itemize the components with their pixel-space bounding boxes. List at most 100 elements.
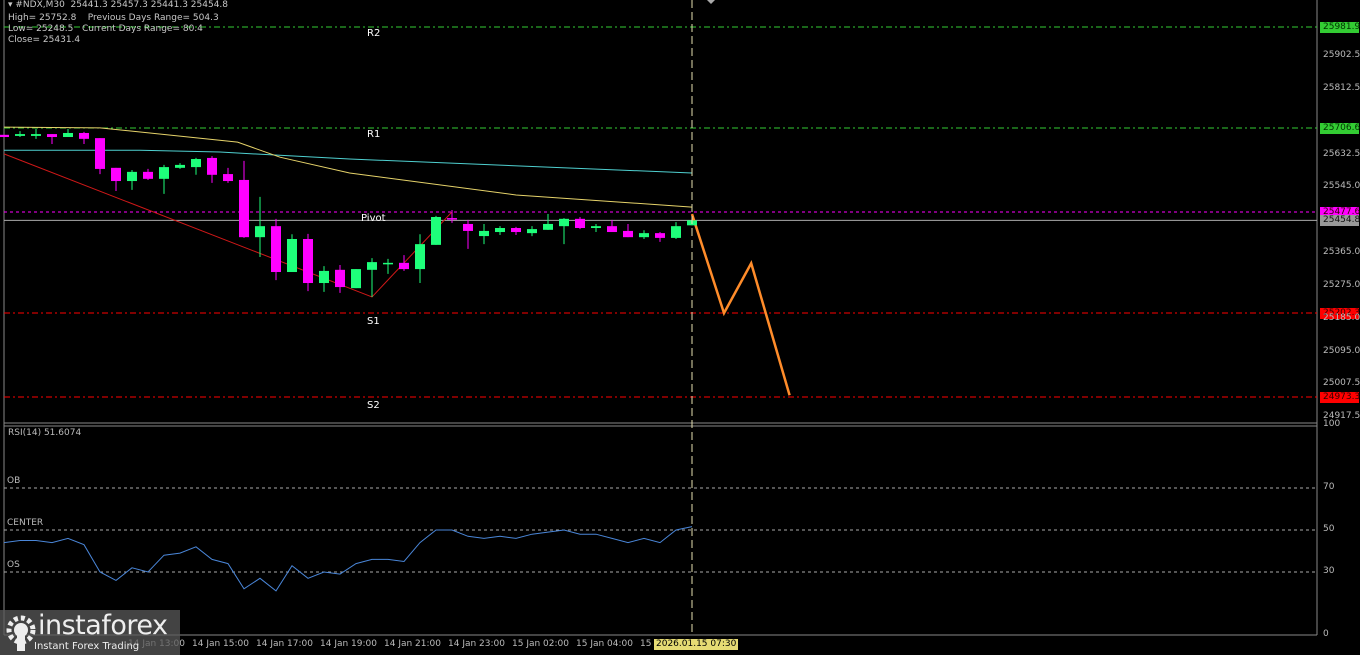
level-label-r1: R1 xyxy=(367,128,381,140)
time-tick-label: 14 Jan 21:00 xyxy=(384,639,441,649)
forecast-path xyxy=(690,213,791,396)
candle-body xyxy=(207,157,217,175)
candle-body xyxy=(111,167,121,182)
moving-average-fast xyxy=(4,149,693,174)
candle-body xyxy=(495,227,505,233)
candle-body xyxy=(303,239,313,284)
price-tick-label: 25545.0 xyxy=(1323,181,1360,192)
rsi-title: RSI(14) 51.6074 xyxy=(8,428,82,438)
time-tick-label: 14 Jan 17:00 xyxy=(256,639,313,649)
rsi-line xyxy=(3,526,693,592)
close-info: Close= 25431.4 xyxy=(8,35,81,45)
candle-body xyxy=(127,171,137,182)
indicator-lines xyxy=(3,126,791,396)
rsi-tick-label: 100 xyxy=(1323,419,1341,429)
price-tag-r1: 25706.6 xyxy=(1320,122,1360,134)
candle-body xyxy=(47,134,57,138)
candle-body xyxy=(271,226,281,273)
logo-tagline: Instant Forex Trading xyxy=(34,641,140,652)
time-tick-label: 14 Jan 19:00 xyxy=(320,639,377,649)
candle-body xyxy=(367,262,377,270)
candle-body xyxy=(607,226,617,233)
candle-body xyxy=(479,230,489,237)
rsi-tick-label: 30 xyxy=(1323,566,1335,576)
rsi-tick-label: 0 xyxy=(1323,629,1329,639)
price-tick-label: 25007.5 xyxy=(1323,378,1360,389)
cursor-time-label: 2026.01.15 07:30 xyxy=(654,639,739,650)
ohlc-readout: #NDX,M30 25441.3 25457.3 25441.3 25454.8 xyxy=(15,0,229,10)
level-label-s1: S1 xyxy=(367,315,380,327)
time-tick-label: 14 Jan 15:00 xyxy=(192,639,249,649)
time-tick-label: 15 Jan 02:00 xyxy=(512,639,569,649)
candle-body xyxy=(319,270,329,284)
candle-body xyxy=(543,223,553,230)
candle-body xyxy=(159,167,169,179)
candle-body xyxy=(447,218,457,220)
candle-body xyxy=(191,159,201,168)
candle-body xyxy=(415,244,425,270)
rsi-level-label: OS xyxy=(7,560,20,570)
candles xyxy=(0,128,697,297)
price-tick-label: 25275.0 xyxy=(1323,280,1360,291)
chart-frame xyxy=(3,0,1318,636)
prev-range-value: Previous Days Range= 504.3 xyxy=(87,13,219,23)
low-value: Low= 25248.5 xyxy=(8,24,74,34)
rsi-level-label: CENTER xyxy=(7,518,44,528)
candle-body xyxy=(15,134,25,136)
rsi-tick-label: 70 xyxy=(1323,482,1335,492)
candle-body xyxy=(623,230,633,238)
candle-body xyxy=(639,233,649,238)
low-info: Low= 25248.5 Current Days Range= 80.4 xyxy=(8,24,203,35)
candle-body xyxy=(287,239,297,273)
candle-body xyxy=(63,132,73,138)
price-tick-label: 25095.0 xyxy=(1323,346,1360,357)
candle-body xyxy=(143,171,153,179)
candle-body xyxy=(527,229,537,234)
level-label-pivot: Pivot xyxy=(361,213,386,224)
logo-name: instaforex xyxy=(38,610,168,641)
pivot-levels xyxy=(4,26,1317,398)
price-tick-label: 25902.5 xyxy=(1323,50,1360,61)
candle-body xyxy=(239,179,249,238)
price-tick-label: 25185.0 xyxy=(1323,313,1360,324)
candle-body xyxy=(671,226,681,238)
price-tick-label: 25632.5 xyxy=(1323,149,1360,160)
candle-body xyxy=(351,269,361,289)
candle-body xyxy=(399,262,409,270)
symbol-info: ▾ #NDX,M30 25441.3 25457.3 25441.3 25454… xyxy=(8,0,229,10)
time-tick-label: 15 Jan 04:00 xyxy=(576,639,633,649)
moving-average-slow xyxy=(3,126,693,208)
candle-body xyxy=(255,226,265,238)
current-price-tag: 25454.8 xyxy=(1320,215,1360,227)
level-label-s2: S2 xyxy=(367,400,380,411)
high-value: High= 25752.8 xyxy=(8,13,77,23)
cur-range-value: Current Days Range= 80.4 xyxy=(81,24,203,34)
chart-canvas xyxy=(0,0,1318,636)
candle-body xyxy=(591,226,601,228)
high-info: High= 25752.8 Previous Days Range= 504.3 xyxy=(8,13,219,24)
level-label-r2: R2 xyxy=(367,28,381,39)
candle-body xyxy=(575,218,585,228)
candle-body xyxy=(559,218,569,227)
candle-body xyxy=(0,134,9,138)
scroll-marker-icon[interactable] xyxy=(707,0,715,4)
price-tick-label: 25812.5 xyxy=(1323,83,1360,94)
instaforex-logo: instaforex Instant Forex Trading xyxy=(0,610,180,655)
candle-body xyxy=(79,132,89,139)
candle-body xyxy=(511,227,521,233)
candle-body xyxy=(335,269,345,288)
candle-body xyxy=(223,174,233,182)
price-tick-label: 25365.0 xyxy=(1323,247,1360,258)
candle-body xyxy=(175,164,185,168)
price-tag-s2: 24973.3 xyxy=(1320,392,1360,403)
candle-body xyxy=(655,233,665,238)
price-tag-r2: 25981.9 xyxy=(1320,22,1360,33)
candle-body xyxy=(383,262,393,265)
candle-body xyxy=(31,134,41,136)
time-tick-label: 14 Jan 23:00 xyxy=(448,639,505,649)
candle-body xyxy=(431,216,441,245)
candle-body xyxy=(95,138,105,169)
candle-body xyxy=(463,223,473,231)
rsi-panel xyxy=(3,487,1317,592)
rsi-tick-label: 50 xyxy=(1323,524,1335,534)
